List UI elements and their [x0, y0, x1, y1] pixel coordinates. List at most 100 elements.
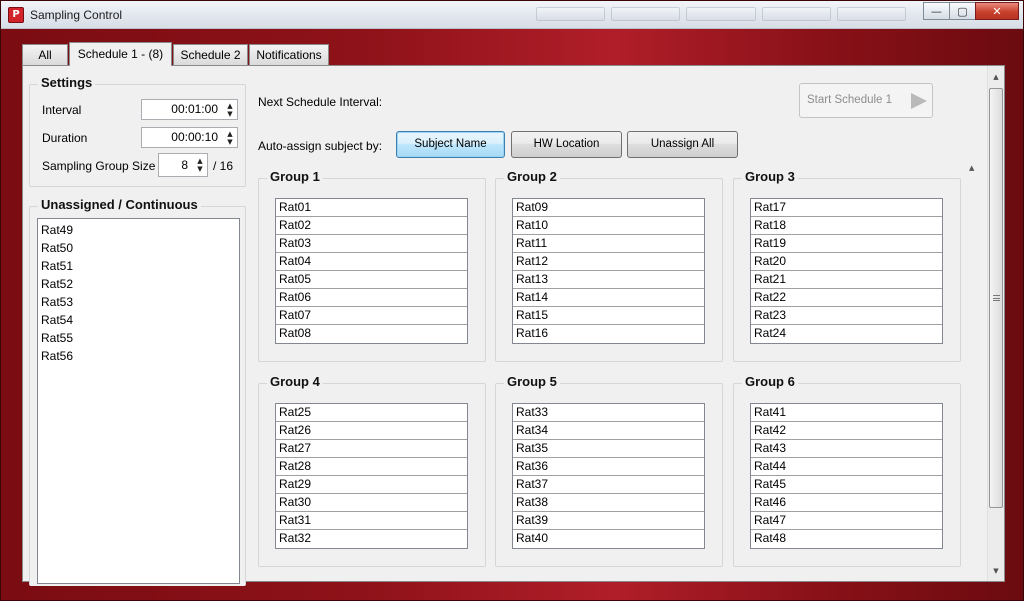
spin-down-icon[interactable]: ▼: [227, 110, 232, 118]
spin-up-icon[interactable]: ▲: [197, 157, 202, 165]
subject-row[interactable]: Rat11: [513, 235, 704, 253]
subject-row[interactable]: Rat07: [276, 307, 467, 325]
subject-row[interactable]: Rat33: [513, 404, 704, 422]
unassign-all-button[interactable]: Unassign All: [627, 131, 738, 158]
group-title: Group 4: [267, 374, 323, 389]
subject-row[interactable]: Rat36: [513, 458, 704, 476]
group-subject-list[interactable]: Rat33 Rat34 Rat35 Rat36 Rat37 Rat38 Rat39 Rat40: [512, 403, 705, 549]
subject-row[interactable]: Rat21: [751, 271, 942, 289]
hw-location-button[interactable]: HW Location: [511, 131, 622, 158]
subject-row[interactable]: Rat23: [751, 307, 942, 325]
tab-all[interactable]: All: [22, 44, 68, 66]
tab-notifications[interactable]: Notifications: [249, 44, 329, 66]
subject-row[interactable]: Rat29: [276, 476, 467, 494]
interval-value: 00:01:00: [171, 102, 218, 116]
subject-row[interactable]: Rat14: [513, 289, 704, 307]
subject-row[interactable]: Rat48: [751, 530, 942, 548]
maximize-button[interactable]: ▢: [949, 2, 976, 20]
unassigned-item[interactable]: Rat49: [38, 221, 239, 239]
subject-row[interactable]: Rat44: [751, 458, 942, 476]
unassigned-item[interactable]: Rat56: [38, 347, 239, 365]
subject-row[interactable]: Rat15: [513, 307, 704, 325]
group-panel-5: Group 5 Rat33 Rat34 Rat35 Rat36 Rat37 Rat38 Rat…: [495, 374, 723, 567]
subject-row[interactable]: Rat20: [751, 253, 942, 271]
group-size-spinner[interactable]: 8 ▲ ▼: [158, 153, 208, 177]
subject-row[interactable]: Rat10: [513, 217, 704, 235]
subject-row[interactable]: Rat41: [751, 404, 942, 422]
subject-row[interactable]: Rat03: [276, 235, 467, 253]
title-bar[interactable]: P Sampling Control — ▢ ✕: [1, 1, 1023, 29]
subject-row[interactable]: Rat17: [751, 199, 942, 217]
subject-row[interactable]: Rat18: [751, 217, 942, 235]
unassigned-item[interactable]: Rat53: [38, 293, 239, 311]
subject-row[interactable]: Rat08: [276, 325, 467, 343]
unassigned-item[interactable]: Rat51: [38, 257, 239, 275]
subject-row[interactable]: Rat28: [276, 458, 467, 476]
subject-row[interactable]: Rat01: [276, 199, 467, 217]
subject-row[interactable]: Rat31: [276, 512, 467, 530]
interval-spinner[interactable]: 00:01:00 ▲ ▼: [141, 99, 238, 120]
group-subject-list[interactable]: Rat41 Rat42 Rat43 Rat44 Rat45 Rat46 Rat47 Rat48: [750, 403, 943, 549]
subject-row[interactable]: Rat37: [513, 476, 704, 494]
subject-row[interactable]: Rat19: [751, 235, 942, 253]
group-title: Group 3: [742, 169, 798, 184]
subject-row[interactable]: Rat25: [276, 404, 467, 422]
spin-up-icon[interactable]: ▲: [227, 102, 232, 110]
subject-row[interactable]: Rat43: [751, 440, 942, 458]
subject-row[interactable]: Rat04: [276, 253, 467, 271]
subject-row[interactable]: Rat35: [513, 440, 704, 458]
close-button[interactable]: ✕: [975, 2, 1019, 20]
settings-panel: Settings Interval 00:01:00 ▲ ▼ Duration 0…: [29, 75, 246, 187]
subject-row[interactable]: Rat26: [276, 422, 467, 440]
subject-row[interactable]: Rat42: [751, 422, 942, 440]
start-schedule-button[interactable]: Start Schedule 1: [799, 83, 933, 118]
unassigned-item[interactable]: Rat54: [38, 311, 239, 329]
groups-scroll-up-icon[interactable]: ▲: [969, 164, 974, 172]
subject-row[interactable]: Rat46: [751, 494, 942, 512]
subject-row[interactable]: Rat06: [276, 289, 467, 307]
duration-spinner[interactable]: 00:00:10 ▲ ▼: [141, 127, 238, 148]
subject-row[interactable]: Rat30: [276, 494, 467, 512]
group-panel-6: Group 6 Rat41 Rat42 Rat43 Rat44 Rat45 Rat46 Rat…: [733, 374, 961, 567]
unassigned-title: Unassigned / Continuous: [38, 197, 201, 212]
spin-down-icon[interactable]: ▼: [227, 138, 232, 146]
subject-row[interactable]: Rat34: [513, 422, 704, 440]
minimize-button[interactable]: —: [923, 2, 950, 20]
subject-row[interactable]: Rat39: [513, 512, 704, 530]
group-subject-list[interactable]: Rat25 Rat26 Rat27 Rat28 Rat29 Rat30 Rat31 Rat32: [275, 403, 468, 549]
subject-row[interactable]: Rat16: [513, 325, 704, 343]
subject-name-button[interactable]: Subject Name: [396, 131, 505, 158]
group-subject-list[interactable]: Rat17 Rat18 Rat19 Rat20 Rat21 Rat22 Rat23 Rat24: [750, 198, 943, 344]
scroll-thumb[interactable]: [989, 88, 1003, 508]
subject-row[interactable]: Rat12: [513, 253, 704, 271]
unassigned-item[interactable]: Rat52: [38, 275, 239, 293]
group-subject-list[interactable]: Rat09 Rat10 Rat11 Rat12 Rat13 Rat14 Rat15 Rat16: [512, 198, 705, 344]
subject-row[interactable]: Rat22: [751, 289, 942, 307]
subject-row[interactable]: Rat27: [276, 440, 467, 458]
subject-row[interactable]: Rat47: [751, 512, 942, 530]
subject-row[interactable]: Rat38: [513, 494, 704, 512]
subject-row[interactable]: Rat02: [276, 217, 467, 235]
scroll-up-icon[interactable]: ▲: [988, 69, 1004, 85]
unassigned-item[interactable]: Rat50: [38, 239, 239, 257]
subject-row[interactable]: Rat09: [513, 199, 704, 217]
tab-schedule-1[interactable]: Schedule 1 - (8): [69, 42, 172, 66]
group-title: Group 2: [504, 169, 560, 184]
group-panel-3: Group 3 Rat17 Rat18 Rat19 Rat20 Rat21 Rat22 Rat…: [733, 169, 961, 362]
spin-up-icon[interactable]: ▲: [227, 130, 232, 138]
spin-down-icon[interactable]: ▼: [197, 165, 202, 173]
subject-row[interactable]: Rat13: [513, 271, 704, 289]
unassigned-item[interactable]: Rat55: [38, 329, 239, 347]
subject-row[interactable]: Rat45: [751, 476, 942, 494]
interval-label: Interval: [42, 103, 82, 117]
subject-row[interactable]: Rat24: [751, 325, 942, 343]
subject-row[interactable]: Rat05: [276, 271, 467, 289]
tab-schedule-2[interactable]: Schedule 2: [173, 44, 248, 66]
unassigned-list[interactable]: Rat49 Rat50 Rat51 Rat52 Rat53 Rat54 Rat55 Rat56: [37, 218, 240, 584]
vertical-scrollbar[interactable]: ▲ ▼: [987, 66, 1004, 581]
group-subject-list[interactable]: Rat01 Rat02 Rat03 Rat04 Rat05 Rat06 Rat07 Rat08: [275, 198, 468, 344]
scroll-down-icon[interactable]: ▼: [988, 563, 1004, 579]
background-window-blur: [536, 7, 907, 23]
subject-row[interactable]: Rat40: [513, 530, 704, 548]
subject-row[interactable]: Rat32: [276, 530, 467, 548]
